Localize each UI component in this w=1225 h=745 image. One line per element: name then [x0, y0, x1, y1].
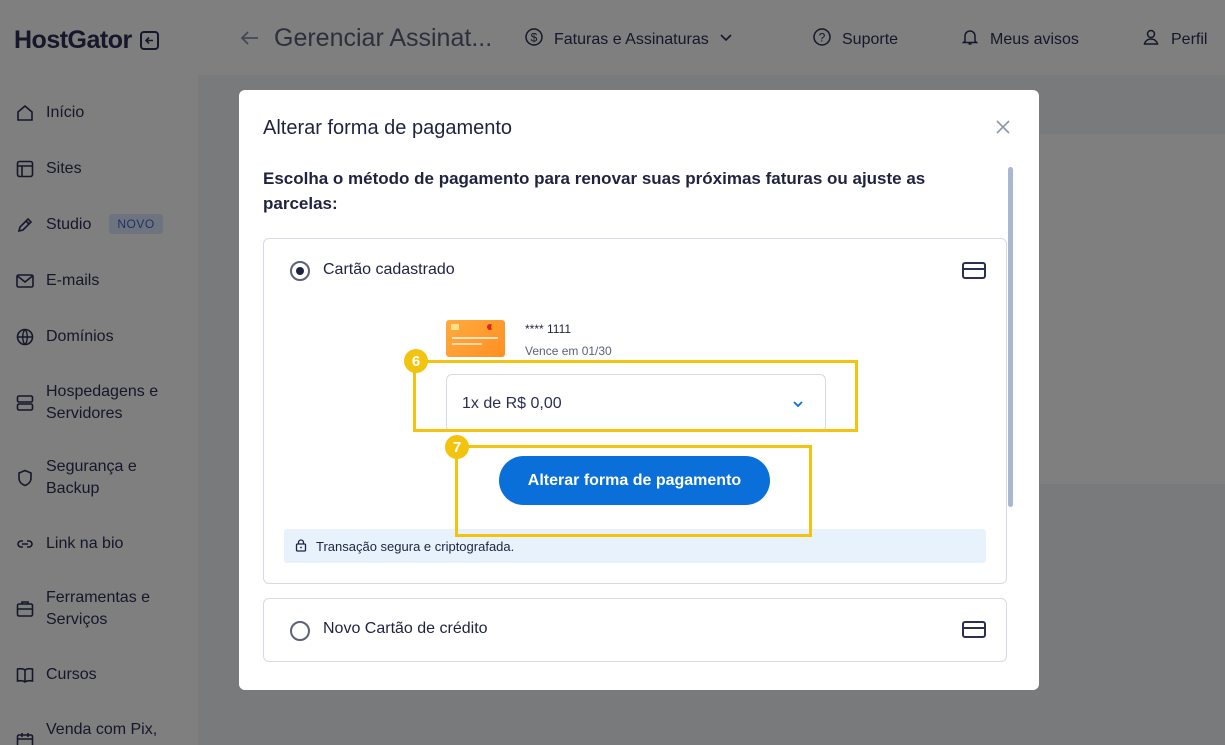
lock-icon	[294, 538, 308, 555]
credit-card-icon	[962, 262, 986, 279]
modal-title: Alterar forma de pagamento	[263, 117, 513, 139]
saved-card-label: Cartão cadastrado	[323, 261, 455, 278]
new-card-radio[interactable]	[290, 621, 310, 641]
card-line	[452, 343, 482, 345]
new-card-label: Novo Cartão de crédito	[323, 620, 488, 637]
close-icon[interactable]	[993, 117, 1013, 137]
mastercard-icon	[487, 324, 497, 330]
card-number: **** 1111	[525, 322, 572, 336]
modal-intro: Escolha o método de pagamento para renov…	[263, 169, 926, 213]
step-7-badge: 7	[445, 435, 469, 459]
step-6-badge: 6	[404, 349, 428, 373]
card-thumbnail	[446, 320, 505, 357]
saved-card-radio[interactable]	[290, 261, 310, 281]
secure-text: Transação segura e criptografada.	[316, 538, 515, 554]
new-card-option[interactable]: Novo Cartão de crédito	[263, 598, 1007, 662]
card-line	[452, 337, 498, 339]
modal-scrollbar[interactable]	[1008, 167, 1013, 507]
change-payment-modal: Alterar forma de pagamento Escolha o mét…	[239, 90, 1039, 690]
step-6-highlight	[413, 360, 858, 432]
step-7-highlight	[455, 445, 812, 537]
card-chip	[451, 324, 459, 330]
card-expiry: Vence em 01/30	[525, 344, 612, 358]
credit-card-icon	[962, 621, 986, 638]
